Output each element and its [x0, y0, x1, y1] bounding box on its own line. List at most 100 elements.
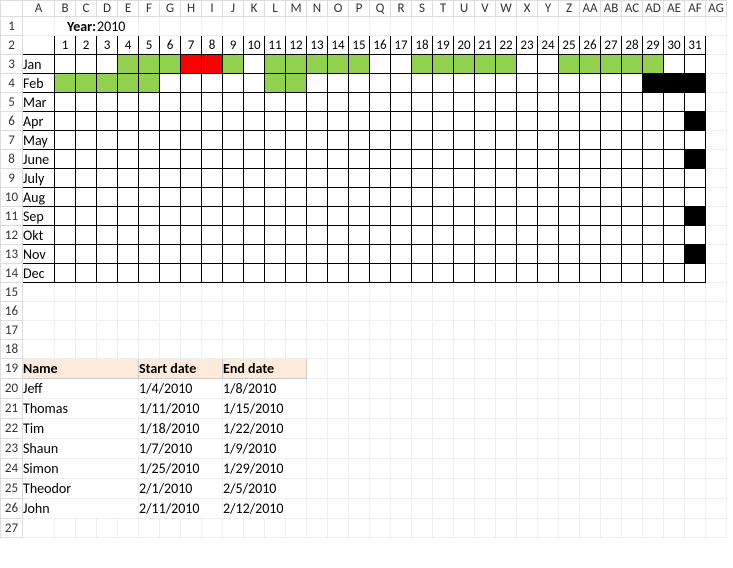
cell[interactable]	[454, 499, 475, 519]
cell[interactable]	[181, 17, 202, 36]
calendar-day[interactable]	[622, 207, 643, 226]
cell[interactable]	[307, 459, 328, 479]
cell[interactable]	[349, 419, 370, 439]
calendar-day[interactable]	[412, 112, 433, 131]
cell[interactable]	[160, 302, 181, 321]
calendar-day[interactable]	[307, 207, 328, 226]
cell[interactable]	[559, 359, 580, 379]
cell[interactable]	[391, 439, 412, 459]
cell[interactable]	[622, 499, 643, 519]
row-header[interactable]: 1	[1, 17, 23, 36]
calendar-day[interactable]	[118, 207, 139, 226]
cell[interactable]	[412, 499, 433, 519]
row-header[interactable]: 3	[1, 55, 23, 74]
cell[interactable]	[622, 359, 643, 379]
calendar-day[interactable]	[118, 93, 139, 112]
calendar-day[interactable]	[139, 207, 160, 226]
cell[interactable]	[307, 499, 328, 519]
cell[interactable]	[601, 321, 622, 340]
cell[interactable]	[685, 399, 706, 419]
calendar-day[interactable]	[223, 207, 244, 226]
calendar-day[interactable]	[265, 150, 286, 169]
cell[interactable]	[244, 302, 265, 321]
calendar-day[interactable]	[412, 226, 433, 245]
calendar-day[interactable]	[328, 55, 349, 74]
calendar-day[interactable]	[685, 245, 706, 264]
calendar-day[interactable]	[286, 93, 307, 112]
start-date-cell[interactable]: 1/25/2010	[139, 459, 223, 479]
row-header[interactable]: 18	[1, 340, 23, 359]
column-header[interactable]: Z	[559, 1, 580, 17]
column-header[interactable]: E	[118, 1, 139, 17]
calendar-day[interactable]	[286, 207, 307, 226]
calendar-day[interactable]	[643, 245, 664, 264]
day-number[interactable]: 23	[517, 36, 538, 55]
calendar-day[interactable]	[265, 188, 286, 207]
calendar-day[interactable]	[643, 188, 664, 207]
cell[interactable]	[622, 519, 643, 538]
cell[interactable]	[433, 17, 454, 36]
cell[interactable]	[328, 519, 349, 538]
start-date-cell[interactable]: 1/11/2010	[139, 399, 223, 419]
cell[interactable]	[412, 399, 433, 419]
calendar-day[interactable]	[223, 131, 244, 150]
calendar-day[interactable]	[622, 245, 643, 264]
cell[interactable]	[391, 379, 412, 399]
cell[interactable]	[622, 17, 643, 36]
cell[interactable]	[412, 302, 433, 321]
cell[interactable]	[538, 439, 559, 459]
calendar-day[interactable]	[664, 131, 685, 150]
calendar-day[interactable]	[496, 74, 517, 93]
cell[interactable]	[559, 17, 580, 36]
calendar-day[interactable]	[664, 188, 685, 207]
calendar-day[interactable]	[55, 112, 76, 131]
calendar-day[interactable]	[160, 207, 181, 226]
cell[interactable]	[685, 283, 706, 302]
column-header[interactable]: I	[202, 1, 223, 17]
cell[interactable]	[664, 302, 685, 321]
calendar-day[interactable]	[475, 226, 496, 245]
cell[interactable]	[286, 340, 307, 359]
cell[interactable]	[475, 17, 496, 36]
calendar-day[interactable]	[412, 207, 433, 226]
cell[interactable]	[76, 519, 97, 538]
cell[interactable]	[349, 302, 370, 321]
name-cell[interactable]: Simon	[23, 459, 139, 479]
calendar-day[interactable]	[601, 112, 622, 131]
calendar-day[interactable]	[601, 93, 622, 112]
calendar-day[interactable]	[139, 112, 160, 131]
calendar-day[interactable]	[433, 207, 454, 226]
column-header[interactable]: C	[76, 1, 97, 17]
cell[interactable]	[349, 379, 370, 399]
calendar-day[interactable]	[391, 188, 412, 207]
cell[interactable]	[559, 519, 580, 538]
calendar-day[interactable]	[328, 188, 349, 207]
cell[interactable]	[538, 379, 559, 399]
day-number[interactable]: 29	[643, 36, 664, 55]
calendar-day[interactable]	[307, 169, 328, 188]
calendar-day[interactable]	[391, 226, 412, 245]
calendar-day[interactable]	[76, 169, 97, 188]
day-number[interactable]: 25	[559, 36, 580, 55]
column-header[interactable]: Q	[370, 1, 391, 17]
calendar-day[interactable]	[202, 169, 223, 188]
calendar-day[interactable]	[643, 264, 664, 283]
cell[interactable]	[433, 283, 454, 302]
cell[interactable]	[118, 519, 139, 538]
cell[interactable]	[139, 519, 160, 538]
calendar-day[interactable]	[307, 112, 328, 131]
cell[interactable]	[643, 379, 664, 399]
cell[interactable]	[517, 321, 538, 340]
calendar-day[interactable]	[370, 112, 391, 131]
column-header[interactable]: K	[244, 1, 265, 17]
cell[interactable]	[685, 17, 706, 36]
row-header[interactable]: 6	[1, 112, 23, 131]
cell[interactable]	[538, 479, 559, 499]
calendar-day[interactable]	[139, 188, 160, 207]
cell[interactable]	[23, 519, 55, 538]
cell[interactable]	[643, 340, 664, 359]
cell[interactable]	[349, 479, 370, 499]
cell[interactable]	[496, 499, 517, 519]
row-header[interactable]: 7	[1, 131, 23, 150]
cell[interactable]	[643, 479, 664, 499]
